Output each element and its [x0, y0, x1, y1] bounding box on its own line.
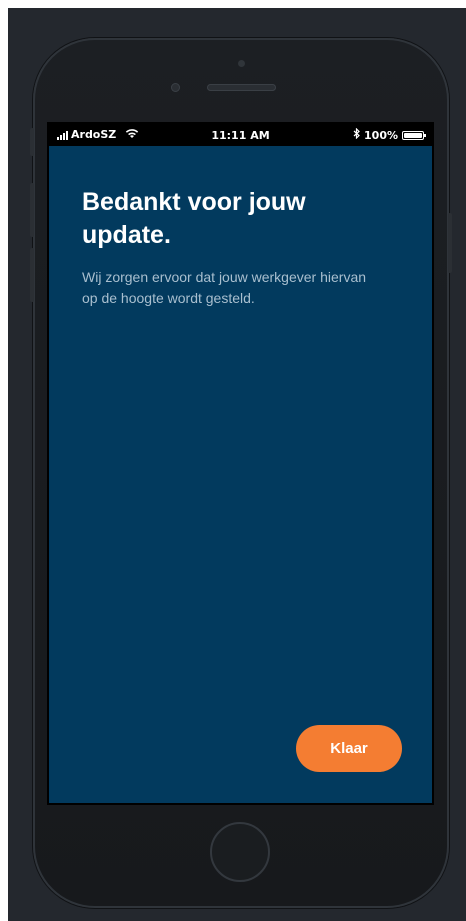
- bluetooth-icon: [353, 127, 360, 142]
- status-right: 100%: [353, 127, 426, 142]
- mute-switch: [30, 128, 34, 156]
- front-camera: [238, 60, 245, 67]
- power-button: [448, 213, 452, 273]
- page-title: Bedankt voor jouw update.: [82, 188, 306, 249]
- done-button[interactable]: Klaar: [296, 725, 402, 772]
- battery-percent: 100%: [364, 128, 398, 142]
- home-button[interactable]: [210, 822, 270, 882]
- earpiece-speaker: [207, 84, 276, 91]
- page-subtitle: Wij zorgen ervoor dat jouw werkgever hie…: [82, 269, 367, 306]
- volume-down-button: [30, 248, 34, 302]
- proximity-sensor: [171, 83, 180, 92]
- status-bar: ArdoSZ 11:11 AM 100%: [49, 124, 432, 146]
- app-screen: ArdoSZ 11:11 AM 100% Bedankt voor jouw u…: [47, 122, 434, 805]
- battery-icon: [402, 130, 426, 140]
- volume-up-button: [30, 183, 34, 237]
- battery-fill: [404, 132, 422, 138]
